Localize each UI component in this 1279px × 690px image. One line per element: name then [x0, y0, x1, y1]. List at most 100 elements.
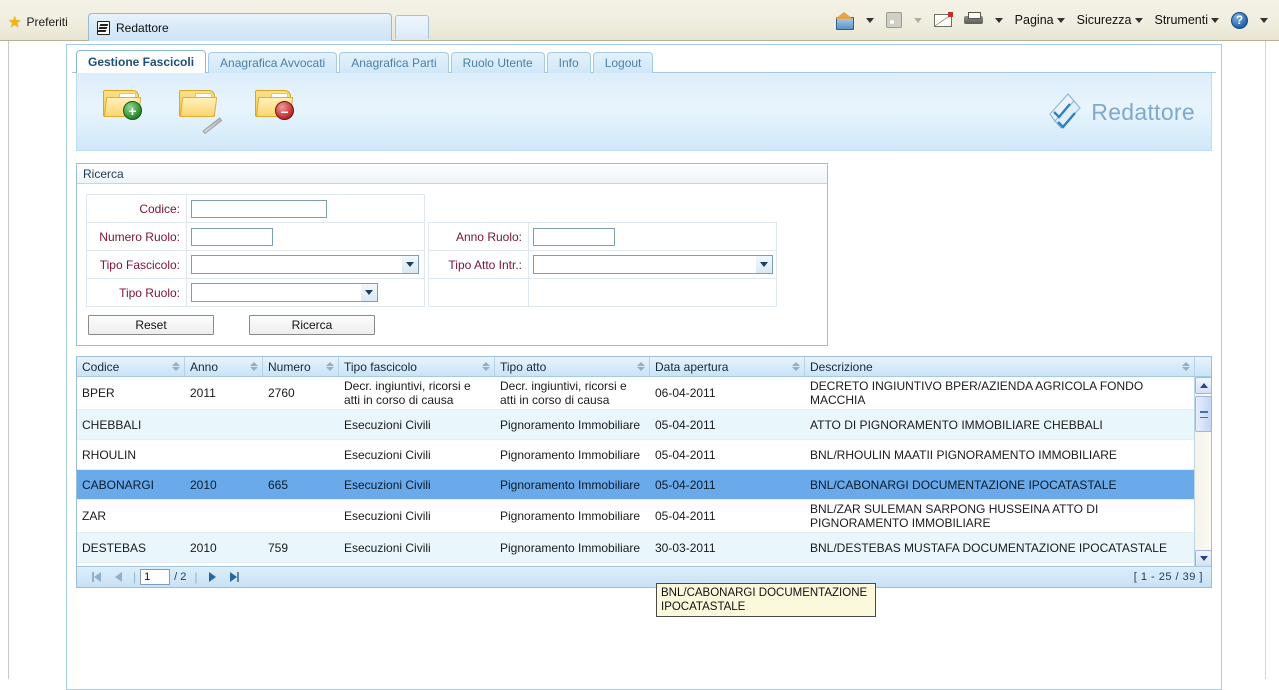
column-header-data-apertura[interactable]: Data apertura [650, 357, 805, 376]
help-button[interactable]: ? [1226, 9, 1253, 32]
chevron-down-icon [994, 17, 1003, 23]
table-row-selected[interactable]: CABONARGI 2010 665 Esecuzioni Civili Pig… [77, 470, 1211, 500]
tab-ruolo-utente[interactable]: Ruolo Utente [450, 52, 545, 73]
scrollbar-thumb[interactable] [1195, 396, 1212, 432]
redattore-logo-icon [1046, 92, 1084, 132]
tab-logout[interactable]: Logout [592, 52, 654, 73]
scroll-down-button[interactable] [1195, 550, 1212, 567]
tab-label: Anagrafica Parti [351, 56, 437, 70]
application-panel: Gestione Fascicoli Anagrafica Avvocati A… [66, 44, 1222, 690]
column-label: Tipo atto [500, 359, 547, 374]
table-row[interactable]: RHOULIN Esecuzioni Civili Pignoramento I… [77, 440, 1211, 470]
sort-icon [1182, 362, 1190, 371]
sort-icon [250, 362, 258, 371]
codice-input[interactable] [191, 199, 327, 218]
column-header-tipo-atto[interactable]: Tipo atto [495, 357, 650, 376]
cell-tipo-atto: Pignoramento Immobiliare [500, 509, 641, 523]
search-button[interactable]: Ricerca [248, 314, 376, 336]
tab-anagrafica-parti[interactable]: Anagrafica Parti [339, 52, 449, 73]
last-page-button[interactable] [224, 569, 246, 586]
print-button[interactable] [959, 9, 988, 31]
new-fascicolo-button[interactable]: + [101, 84, 145, 124]
cell-tipo-atto: Pignoramento Immobiliare [500, 417, 641, 432]
column-header-codice[interactable]: Codice [77, 357, 185, 376]
new-fascicolo-icon: + [103, 90, 142, 120]
table-row[interactable]: CHEBBALI Esecuzioni Civili Pignoramento … [77, 410, 1211, 440]
table-row[interactable]: ZAR Esecuzioni Civili Pignoramento Immob… [77, 500, 1211, 533]
table-row[interactable]: BPER 2011 2760 Decr. ingiuntivi, ricorsi… [77, 377, 1211, 410]
tab-label: Anagrafica Avvocati [220, 56, 326, 70]
favorites-button[interactable]: ★ Preferiti [4, 10, 76, 34]
app-tab-bar: Gestione Fascicoli Anagrafica Avvocati A… [76, 50, 654, 73]
help-dropdown[interactable] [1255, 15, 1273, 26]
numero-ruolo-label: Numero Ruolo: [86, 222, 187, 251]
tab-gestione-fascicoli[interactable]: Gestione Fascicoli [76, 50, 207, 73]
search-fields-left: Codice: Numero Ruolo: Tipo Fascicolo: Ti… [86, 194, 425, 307]
column-header-anno[interactable]: Anno [185, 357, 263, 376]
feeds-dropdown[interactable] [909, 15, 927, 26]
column-header-numero[interactable]: Numero [263, 357, 339, 376]
browser-tab-redattore[interactable]: Redattore [88, 13, 392, 41]
field-row-anno-ruolo: Anno Ruolo: [428, 222, 777, 251]
menu-pagina[interactable]: Pagina [1010, 10, 1070, 30]
home-dropdown[interactable] [861, 15, 879, 26]
page-number-input[interactable] [140, 569, 171, 585]
previous-page-button[interactable] [107, 569, 129, 586]
edit-fascicolo-button[interactable] [177, 84, 223, 135]
numero-ruolo-input[interactable] [191, 227, 273, 246]
anno-ruolo-input[interactable] [533, 227, 615, 246]
menu-strumenti[interactable]: Strumenti [1150, 10, 1225, 30]
cell-codice: BPER [82, 386, 115, 400]
cell-codice: CABONARGI [82, 477, 155, 492]
field-row-tipo-ruolo: Tipo Ruolo: [86, 278, 425, 307]
tipo-fascicolo-select[interactable] [191, 255, 419, 274]
tab-anagrafica-avvocati[interactable]: Anagrafica Avvocati [208, 52, 338, 73]
first-page-button[interactable] [85, 569, 107, 586]
cell-numero [263, 410, 339, 439]
column-label: Tipo fascicolo [344, 359, 417, 374]
cell-tipo-atto: Decr. ingiuntivi, ricorsi e atti in cors… [500, 379, 627, 407]
column-header-tipo-fascicolo[interactable]: Tipo fascicolo [339, 357, 495, 376]
cell-anno [185, 500, 263, 532]
search-fields-right: Anno Ruolo: Tipo Atto Intr.: [428, 222, 777, 307]
column-label: Numero [268, 359, 311, 374]
mail-button[interactable] [929, 11, 957, 30]
cell-anno: 2010 [190, 540, 217, 555]
page-total-label: / 2 [174, 571, 186, 583]
pager-separator: / [174, 571, 178, 583]
cell-tipo-atto: Pignoramento Immobiliare [500, 447, 641, 462]
table-row[interactable]: DESTEBAS 2010 759 Esecuzioni Civili Pign… [77, 533, 1211, 563]
tipo-atto-select[interactable] [533, 255, 773, 274]
cell-numero [263, 500, 339, 532]
cell-data-apertura: 05-04-2011 [655, 417, 716, 432]
home-button[interactable] [830, 9, 859, 32]
delete-fascicolo-button[interactable]: – [253, 84, 297, 124]
chevron-down-icon [1260, 17, 1268, 23]
field-row-numero-ruolo: Numero Ruolo: [86, 222, 425, 251]
reset-button[interactable]: Reset [87, 314, 215, 336]
column-label: Descrizione [810, 359, 873, 374]
cell-descrizione: ATTO DI PIGNORAMENTO IMMOBILIARE CHEBBAL… [810, 417, 1103, 432]
next-page-button[interactable] [202, 569, 224, 586]
print-dropdown[interactable] [990, 15, 1008, 26]
cell-data-apertura: 05-04-2011 [655, 509, 716, 523]
cell-tipo-fascicolo: Esecuzioni Civili [344, 417, 431, 432]
feeds-button[interactable] [881, 9, 907, 31]
cell-numero: 759 [268, 540, 289, 555]
cell-tipo-fascicolo: Decr. ingiuntivi, ricorsi e atti in cors… [344, 379, 471, 407]
cell-anno: 2010 [190, 477, 217, 492]
grid-vertical-scrollbar[interactable] [1194, 377, 1212, 567]
page-right-border [1265, 41, 1266, 679]
column-label: Anno [190, 359, 219, 374]
mail-icon [933, 11, 953, 27]
menu-sicurezza[interactable]: Sicurezza [1072, 10, 1148, 30]
tab-info[interactable]: Info [546, 52, 591, 73]
chevron-down-icon [1211, 17, 1219, 23]
new-tab-button[interactable] [395, 15, 429, 39]
tipo-ruolo-select[interactable] [191, 283, 378, 302]
scroll-up-button[interactable] [1195, 377, 1212, 394]
cell-numero: 2760 [268, 386, 295, 400]
tab-label: Ruolo Utente [462, 56, 533, 70]
edit-fascicolo-icon [179, 90, 223, 135]
column-header-descrizione[interactable]: Descrizione [805, 357, 1195, 376]
